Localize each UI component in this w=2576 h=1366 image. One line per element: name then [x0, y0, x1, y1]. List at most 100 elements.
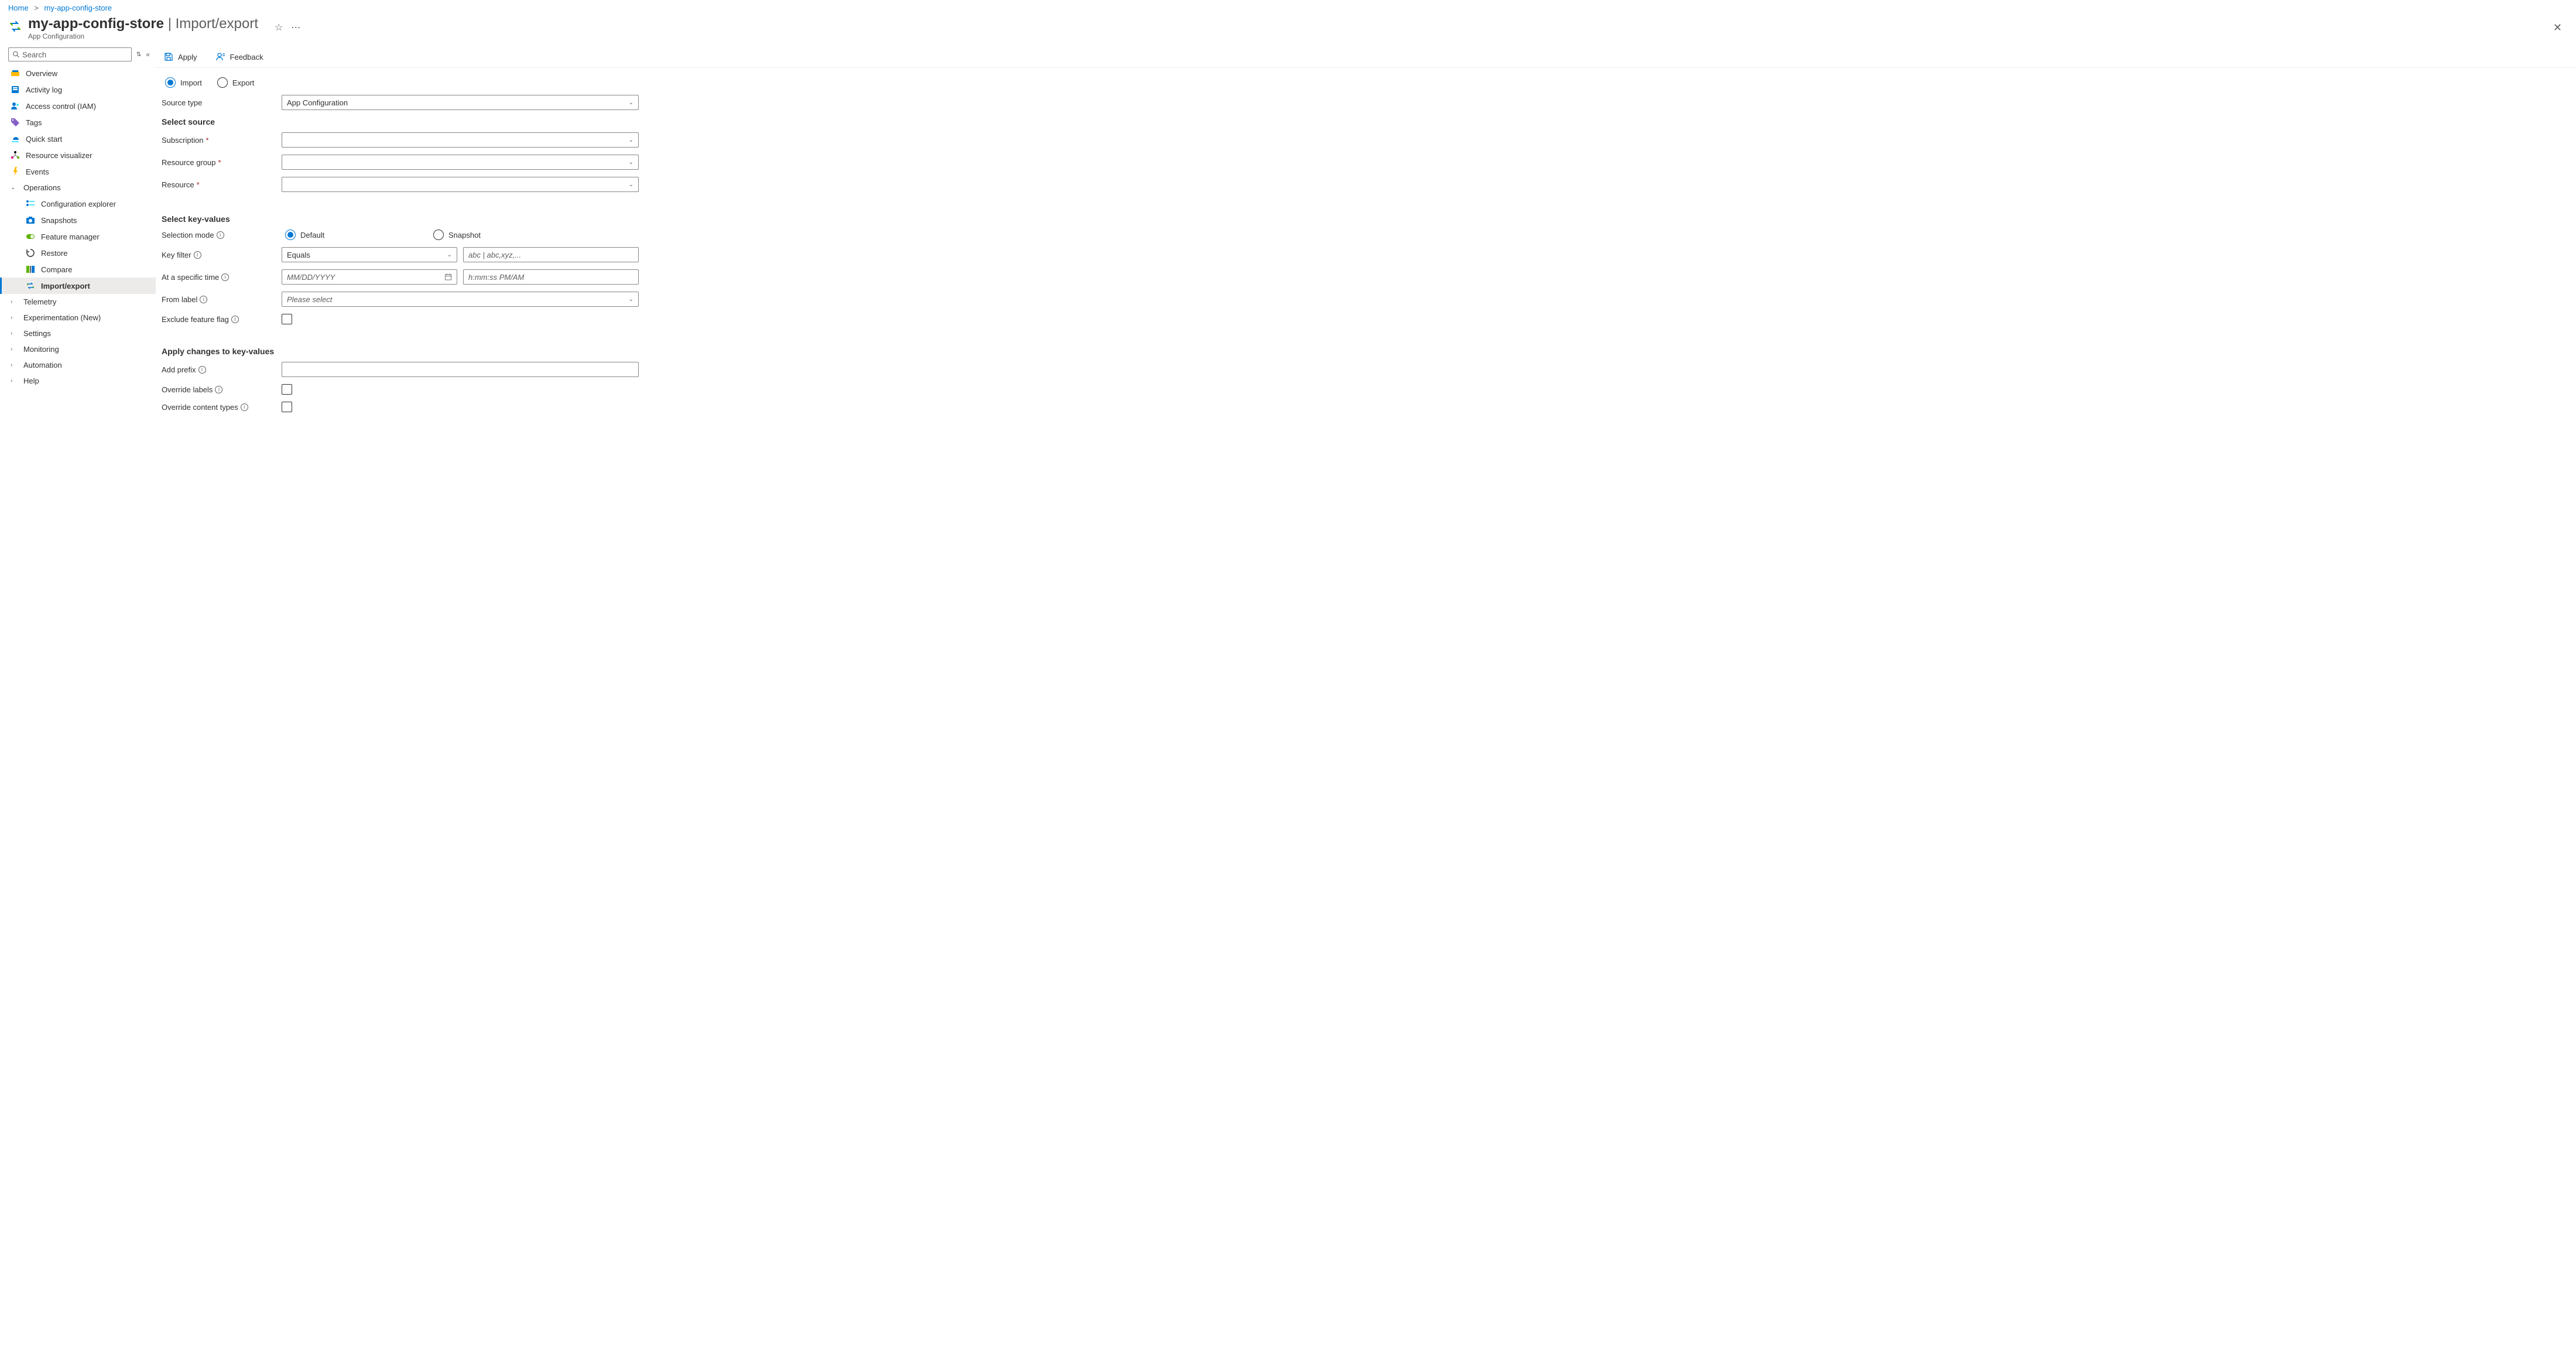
tags-icon [11, 118, 20, 127]
sidebar-search-input[interactable] [20, 50, 128, 59]
info-icon[interactable]: i [231, 316, 239, 323]
sidebar-item-restore[interactable]: Restore [0, 245, 156, 261]
info-icon[interactable]: i [217, 231, 224, 239]
info-icon[interactable]: i [194, 251, 201, 259]
search-icon [12, 50, 20, 59]
key-filter-operator-select[interactable]: Equals ⌄ [282, 247, 457, 262]
add-prefix-label: Add prefix i [162, 365, 282, 374]
override-labels-label: Override labels i [162, 385, 282, 394]
breadcrumb-separator: > [34, 4, 39, 12]
sidebar-search[interactable] [8, 47, 132, 61]
info-icon[interactable]: i [215, 386, 222, 393]
resource-select[interactable]: ⌄ [282, 177, 639, 192]
feedback-button[interactable]: Feedback [214, 51, 266, 63]
sidebar-item-activity-log[interactable]: Activity log [0, 81, 156, 98]
override-labels-checkbox[interactable] [282, 384, 292, 395]
radio-selection-default[interactable]: Default [285, 230, 420, 240]
compare-icon [26, 265, 35, 274]
sidebar-group-monitoring[interactable]: › Monitoring [0, 341, 156, 357]
exclude-feature-flag-checkbox[interactable] [282, 314, 292, 324]
info-icon[interactable]: i [221, 273, 229, 281]
override-content-types-checkbox[interactable] [282, 402, 292, 412]
feedback-icon [216, 52, 225, 61]
time-input[interactable] [463, 269, 639, 285]
breadcrumb-home[interactable]: Home [8, 4, 29, 12]
sidebar-item-events[interactable]: Events [0, 163, 156, 180]
sidebar-group-settings[interactable]: › Settings [0, 326, 156, 341]
radio-selection-snapshot[interactable]: Snapshot [433, 230, 568, 240]
sidebar-group-experimentation[interactable]: › Experimentation (New) [0, 310, 156, 326]
import-export-icon [8, 19, 22, 33]
sidebar-item-quick-start[interactable]: Quick start [0, 131, 156, 147]
sidebar-item-overview[interactable]: Overview [0, 65, 156, 81]
chevron-down-icon: ⌄ [629, 159, 633, 166]
feature-manager-icon [26, 232, 35, 241]
chevron-down-icon: ⌄ [629, 100, 633, 106]
override-content-types-label: Override content types i [162, 403, 282, 412]
radio-export[interactable]: Export [217, 77, 255, 88]
chevron-down-icon: ⌄ [447, 252, 452, 258]
info-icon[interactable]: i [198, 366, 206, 374]
from-label-select[interactable]: Please select ⌄ [282, 292, 639, 307]
activity-log-icon [11, 85, 20, 94]
close-icon[interactable]: ✕ [2548, 19, 2567, 36]
sidebar-item-feature-manager[interactable]: Feature manager [0, 228, 156, 245]
calendar-icon[interactable] [444, 273, 452, 281]
resource-visualizer-icon [11, 150, 20, 160]
source-type-label: Source type [162, 98, 282, 107]
sidebar-item-configuration-explorer[interactable]: Configuration explorer [0, 196, 156, 212]
quick-start-icon [11, 134, 20, 143]
select-source-title: Select source [162, 117, 800, 126]
sidebar-item-compare[interactable]: Compare [0, 261, 156, 278]
chevron-right-icon: › [11, 378, 18, 384]
chevron-right-icon: › [11, 346, 18, 352]
from-label-label: From label i [162, 295, 282, 304]
info-icon[interactable]: i [200, 296, 207, 303]
key-filter-label: Key filter i [162, 251, 282, 259]
sidebar-item-resource-visualizer[interactable]: Resource visualizer [0, 147, 156, 163]
subscription-select[interactable]: ⌄ [282, 132, 639, 148]
apply-button[interactable]: Apply [162, 51, 200, 63]
sidebar-group-help[interactable]: › Help [0, 373, 156, 389]
sidebar-item-tags[interactable]: Tags [0, 114, 156, 131]
snapshots-icon [26, 215, 35, 225]
breadcrumb: Home > my-app-config-store [0, 0, 2576, 13]
more-icon[interactable]: ⋯ [291, 22, 301, 33]
save-icon [164, 52, 173, 61]
sort-icon[interactable]: ⇅ [136, 52, 141, 58]
breadcrumb-resource[interactable]: my-app-config-store [44, 4, 112, 12]
overview-icon [11, 69, 20, 78]
date-input[interactable] [282, 269, 457, 285]
chevron-right-icon: › [11, 299, 18, 305]
chevron-right-icon: › [11, 330, 18, 337]
chevron-down-icon: ⌄ [629, 296, 633, 303]
collapse-icon[interactable]: « [146, 50, 150, 59]
mode-radio-group: Import Export [162, 75, 800, 95]
add-prefix-input[interactable] [282, 362, 639, 377]
iam-icon [11, 101, 20, 111]
page-title: my-app-config-store | Import/export [28, 16, 258, 32]
sidebar-item-snapshots[interactable]: Snapshots [0, 212, 156, 228]
source-type-select[interactable]: App Configuration ⌄ [282, 95, 639, 110]
sidebar-group-telemetry[interactable]: › Telemetry [0, 294, 156, 310]
select-key-values-title: Select key-values [162, 214, 800, 224]
page-subtitle: App Configuration [28, 32, 258, 40]
main-content: Apply Feedback Import Export [156, 46, 2576, 426]
sidebar-item-iam[interactable]: Access control (IAM) [0, 98, 156, 114]
resource-group-select[interactable]: ⌄ [282, 155, 639, 170]
radio-import[interactable]: Import [165, 77, 202, 88]
import-export-small-icon [26, 281, 35, 290]
sidebar-item-import-export[interactable]: Import/export [0, 278, 156, 294]
chevron-down-icon: ⌄ [629, 137, 633, 143]
restore-icon [26, 248, 35, 258]
resource-group-label: Resource group * [162, 158, 282, 167]
exclude-feature-flag-label: Exclude feature flag i [162, 315, 282, 324]
key-filter-value-input[interactable] [463, 247, 639, 262]
chevron-down-icon: ⌄ [629, 182, 633, 188]
sidebar-group-automation[interactable]: › Automation [0, 357, 156, 373]
events-icon [11, 167, 20, 176]
favorite-icon[interactable]: ☆ [275, 22, 283, 33]
sidebar-group-operations[interactable]: ⌄ Operations [0, 180, 156, 196]
chevron-down-icon: ⌄ [11, 184, 18, 191]
info-icon[interactable]: i [241, 403, 248, 411]
